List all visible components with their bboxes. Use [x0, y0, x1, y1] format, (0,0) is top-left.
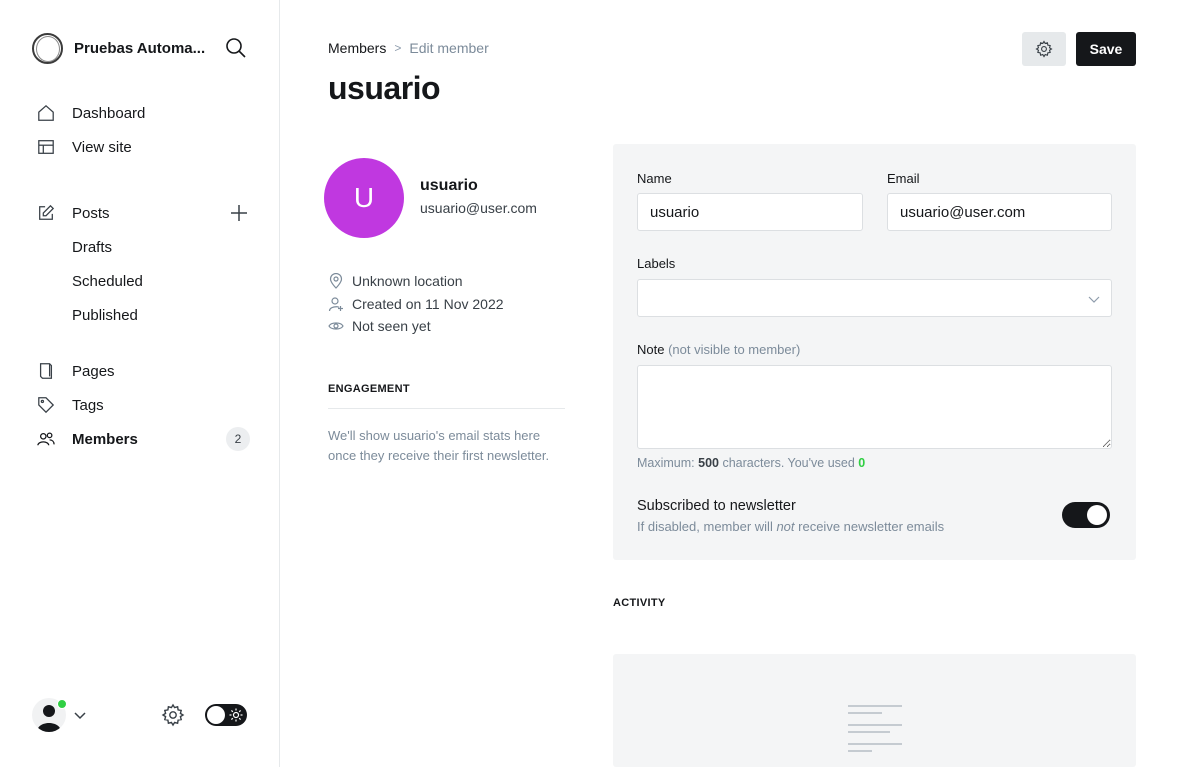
toggle-knob [1087, 505, 1107, 525]
sun-icon [229, 708, 243, 722]
note-label: Note (not visible to member) [637, 342, 800, 357]
engagement-text: We'll show usuario's email stats here on… [328, 428, 550, 463]
labels-label: Labels [637, 256, 676, 271]
sidebar-item-label: Scheduled [72, 272, 143, 290]
search-icon[interactable] [224, 36, 248, 60]
chevron-down-icon[interactable] [73, 708, 87, 722]
save-button[interactable]: Save [1076, 32, 1136, 66]
members-count-badge: 2 [226, 427, 250, 451]
new-post-plus-icon[interactable] [228, 202, 250, 224]
newsletter-desc-after: receive newsletter emails [794, 519, 945, 534]
eye-icon [328, 318, 344, 334]
breadcrumb: Members > Edit member [328, 40, 489, 56]
page-title: usuario [328, 70, 441, 106]
note-hint: (not visible to member) [668, 342, 801, 357]
sidebar-item-label: Dashboard [72, 104, 146, 122]
labels-select[interactable] [637, 279, 1112, 317]
home-icon [36, 103, 56, 123]
theme-toggle[interactable] [205, 704, 247, 726]
newsletter-description: If disabled, member will not receive new… [637, 519, 944, 534]
newsletter-title: Subscribed to newsletter [637, 498, 796, 514]
site-logo[interactable] [32, 32, 63, 64]
members-icon [36, 429, 56, 449]
member-avatar: U [324, 158, 404, 238]
sidebar-item-pages[interactable]: Pages [36, 356, 250, 386]
sidebar-item-label: Pages [72, 362, 115, 380]
char-count-prefix: Maximum: [637, 456, 699, 470]
sidebar-item-drafts[interactable]: Drafts [72, 232, 252, 262]
sidebar-item-label: View site [72, 138, 132, 156]
member-email: usuario@user.com [420, 200, 537, 216]
divider [328, 408, 565, 409]
created-text: Created on 11 Nov 2022 [352, 296, 504, 312]
document-lines-icon [848, 704, 904, 754]
sidebar-item-label: Members [72, 430, 138, 448]
page-icon [36, 361, 56, 381]
newsletter-desc-before: If disabled, member will [637, 519, 777, 534]
newsletter-desc-emphasis: not [776, 519, 795, 534]
toggle-knob [207, 706, 225, 724]
location-text: Unknown location [352, 273, 463, 289]
sidebar-item-scheduled[interactable]: Scheduled [72, 266, 252, 296]
site-title[interactable]: Pruebas Automa... [74, 40, 205, 57]
member-created: Created on 11 Nov 2022 [328, 296, 504, 312]
char-used: 0 [858, 456, 866, 470]
sidebar-item-view-site[interactable]: View site [36, 132, 250, 162]
sidebar-item-label: Drafts [72, 238, 113, 256]
breadcrumb-separator: > [394, 41, 402, 55]
newsletter-toggle[interactable] [1062, 502, 1110, 528]
member-last-seen: Not seen yet [328, 318, 431, 334]
chevron-down-icon [1087, 292, 1101, 306]
sidebar-item-label: Tags [72, 396, 104, 414]
char-max: 500 [698, 456, 719, 470]
sidebar-item-published[interactable]: Published [72, 300, 252, 330]
email-label: Email [887, 171, 920, 186]
user-add-icon [328, 296, 344, 312]
edit-icon [36, 203, 56, 223]
gear-icon[interactable] [161, 703, 185, 727]
sidebar-item-dashboard[interactable]: Dashboard [36, 98, 250, 128]
sidebar-item-label: Posts [72, 204, 110, 222]
sidebar-item-posts[interactable]: Posts [36, 198, 250, 228]
activity-heading: ACTIVITY [613, 597, 666, 609]
breadcrumb-current: Edit member [409, 40, 489, 56]
activity-empty-state [613, 654, 1136, 767]
note-char-count: Maximum: 500 characters. You've used 0 [637, 456, 865, 470]
member-location: Unknown location [328, 272, 463, 289]
last-seen-text: Not seen yet [352, 318, 431, 334]
tag-icon [36, 395, 56, 415]
sidebar-item-members[interactable]: Members [36, 424, 250, 454]
layout-icon [36, 137, 56, 157]
gear-icon [1035, 40, 1053, 58]
member-name: usuario [420, 177, 478, 194]
name-label: Name [637, 171, 672, 186]
engagement-heading: ENGAGEMENT [328, 383, 410, 395]
note-label-text: Note [637, 342, 665, 357]
breadcrumb-members-link[interactable]: Members [328, 40, 386, 56]
char-count-middle: characters. You've used [718, 456, 859, 470]
member-settings-button[interactable] [1022, 32, 1066, 66]
name-field[interactable] [637, 193, 863, 231]
sidebar-item-tags[interactable]: Tags [36, 390, 250, 420]
sidebar: Pruebas Automa... Dashboard View site Po… [0, 0, 280, 767]
note-textarea[interactable] [637, 365, 1112, 449]
location-pin-icon [328, 272, 344, 289]
email-field[interactable] [887, 193, 1112, 231]
site-header: Pruebas Automa... [32, 32, 248, 64]
sidebar-item-label: Published [72, 306, 138, 324]
online-status-dot [57, 699, 67, 709]
